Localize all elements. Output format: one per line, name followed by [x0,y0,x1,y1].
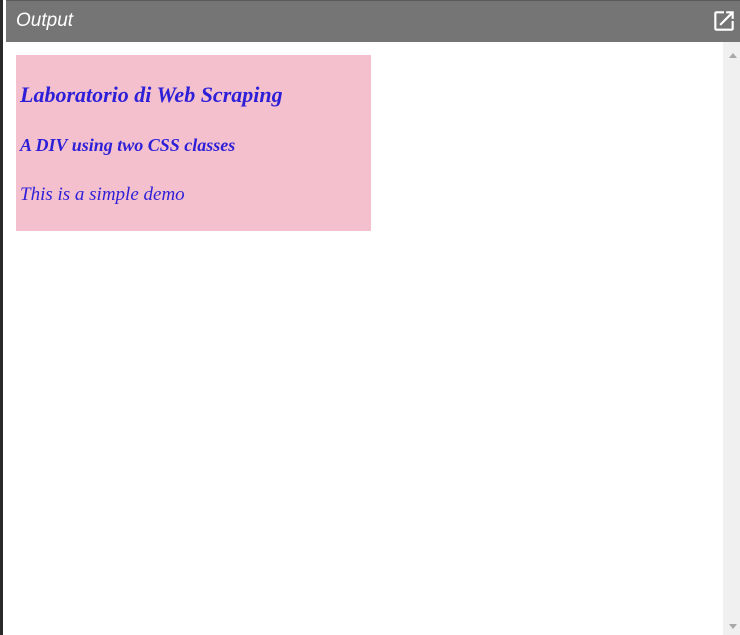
scroll-up-icon[interactable] [729,53,737,58]
vertical-scrollbar[interactable] [723,42,740,635]
demo-heading: Laboratorio di Web Scraping [20,82,283,107]
output-header: Output [6,0,740,42]
open-in-new-icon[interactable] [711,8,737,34]
output-panel: Output Laboratorio di Web Scraping A DIV… [0,0,740,635]
demo-subheading: A DIV using two CSS classes [20,135,236,155]
output-content: Laboratorio di Web Scraping A DIV using … [6,42,723,635]
demo-paragraph: This is a simple demo [20,184,185,205]
demo-div: Laboratorio di Web Scraping A DIV using … [16,55,371,231]
output-title: Output [16,10,74,31]
scroll-down-icon[interactable] [729,624,737,629]
